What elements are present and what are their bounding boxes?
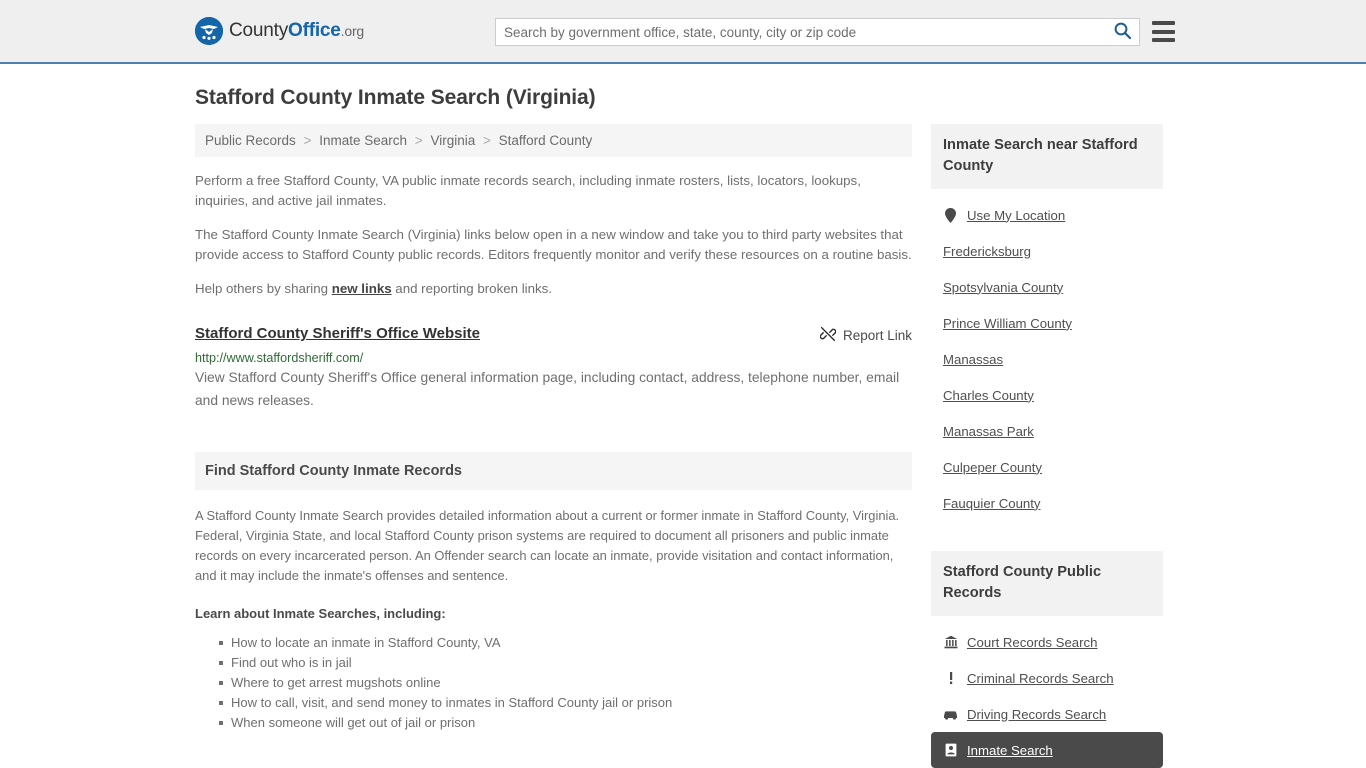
breadcrumb: Public Records > Inmate Search > Virgini… [195, 124, 912, 157]
hamburger-bar [1152, 29, 1175, 34]
site-header: CountyOffice.org [0, 0, 1366, 64]
share-text-after: and reporting broken links. [391, 281, 553, 296]
sidebar-public-records-list: Court Records Search Criminal Records Se… [931, 624, 1163, 768]
sidebar-item-label[interactable]: Court Records Search [967, 635, 1097, 650]
sidebar-item-manassas-park[interactable]: Manassas Park [931, 413, 1163, 449]
hamburger-menu-icon[interactable] [1152, 21, 1175, 42]
sidebar-public-records-section: Stafford County Public Records Court Rec… [931, 551, 1163, 768]
sidebar-item-label[interactable]: Manassas [943, 352, 1003, 367]
map-pin-icon [943, 207, 958, 223]
report-link-label: Report Link [842, 328, 912, 343]
search-input[interactable] [496, 19, 1105, 45]
breadcrumb-separator: > [482, 133, 491, 148]
exclamation-icon [943, 671, 958, 685]
list-item: How to locate an inmate in Stafford Coun… [219, 633, 912, 653]
sidebar-item-inmate-search[interactable]: Inmate Search [931, 732, 1163, 768]
find-records-body: A Stafford County Inmate Search provides… [195, 508, 900, 583]
share-text-before: Help others by sharing [195, 281, 332, 296]
sidebar-item-spotsylvania-county[interactable]: Spotsylvania County [931, 269, 1163, 305]
list-item: Where to get arrest mugshots online [219, 673, 912, 693]
list-item: How to call, visit, and send money to in… [219, 693, 912, 713]
car-icon [943, 708, 958, 720]
sidebar-item-label[interactable]: Spotsylvania County [943, 280, 1063, 295]
hamburger-bar [1152, 38, 1175, 42]
sidebar-item-label[interactable]: Manassas Park [943, 424, 1034, 439]
eagle-shield-logo-icon [195, 17, 223, 45]
sidebar-nearby-heading: Inmate Search near Stafford County [931, 124, 1163, 189]
learn-about-heading: Learn about Inmate Searches, including: [195, 606, 446, 621]
breadcrumb-separator: > [303, 133, 312, 148]
report-link-button[interactable]: Report Link [819, 325, 912, 345]
sidebar-item-label[interactable]: Charles County [943, 388, 1034, 403]
search-button[interactable] [1105, 19, 1139, 45]
sidebar-nearby-list: Use My Location Fredericksburg Spotsylva… [931, 197, 1163, 521]
breadcrumb-item-stafford-county: Stafford County [498, 133, 593, 148]
sidebar-item-charles-county[interactable]: Charles County [931, 377, 1163, 413]
logo-text-county: County [229, 20, 289, 41]
list-item: When someone will get out of jail or pri… [219, 713, 912, 733]
breadcrumb-item-inmate-search[interactable]: Inmate Search [319, 133, 407, 148]
intro-paragraph-1: Perform a free Stafford County, VA publi… [195, 173, 861, 208]
breadcrumb-item-virginia[interactable]: Virginia [430, 133, 475, 148]
courthouse-icon [943, 635, 958, 649]
sidebar-item-label[interactable]: Criminal Records Search [967, 671, 1114, 686]
list-item: Find out who is in jail [219, 653, 912, 673]
broken-link-icon [819, 326, 837, 345]
sidebar-item-label[interactable]: Driving Records Search [967, 707, 1106, 722]
result-url[interactable]: http://www.staffordsheriff.com/ [195, 351, 912, 365]
sidebar-item-court-records-search[interactable]: Court Records Search [931, 624, 1163, 660]
sidebar-item-label[interactable]: Prince William County [943, 316, 1072, 331]
sidebar-item-use-my-location[interactable]: Use My Location [931, 197, 1163, 233]
sidebar-item-label[interactable]: Fredericksburg [943, 244, 1031, 259]
sidebar-item-fredericksburg[interactable]: Fredericksburg [931, 233, 1163, 269]
sidebar-item-label[interactable]: Use My Location [967, 208, 1065, 223]
sidebar-item-label[interactable]: Inmate Search [967, 743, 1053, 758]
sidebar: Inmate Search near Stafford County Use M… [931, 124, 1163, 768]
result-description: View Stafford County Sheriff's Office ge… [195, 370, 900, 408]
sidebar-item-criminal-records-search[interactable]: Criminal Records Search [931, 660, 1163, 696]
breadcrumb-item-public-records[interactable]: Public Records [205, 133, 296, 148]
sidebar-public-records-heading: Stafford County Public Records [931, 551, 1163, 616]
find-records-heading: Find Stafford County Inmate Records [195, 452, 912, 490]
page-container: Stafford County Inmate Search (Virginia)… [0, 64, 1366, 768]
id-card-icon [943, 743, 958, 757]
sidebar-item-manassas[interactable]: Manassas [931, 341, 1163, 377]
learn-about-list: How to locate an inmate in Stafford Coun… [195, 633, 912, 733]
link-result: Stafford County Sheriff's Office Website… [195, 325, 912, 412]
search-icon [1114, 22, 1131, 42]
logo-text-org: .org [340, 23, 365, 39]
sidebar-item-label[interactable]: Fauquier County [943, 496, 1041, 511]
main-content: Public Records > Inmate Search > Virgini… [195, 124, 912, 733]
intro-paragraph-3: Help others by sharing new links and rep… [195, 279, 912, 299]
new-links-link[interactable]: new links [332, 281, 392, 296]
logo-text-office: Office [288, 20, 341, 41]
sidebar-item-label[interactable]: Culpeper County [943, 460, 1042, 475]
result-title-link[interactable]: Stafford County Sheriff's Office Website [195, 325, 480, 342]
sidebar-item-prince-william-county[interactable]: Prince William County [931, 305, 1163, 341]
sidebar-item-culpeper-county[interactable]: Culpeper County [931, 449, 1163, 485]
search-bar[interactable] [495, 18, 1140, 46]
site-logo[interactable]: CountyOffice.org [195, 17, 364, 45]
hamburger-bar [1152, 21, 1175, 25]
sidebar-item-driving-records-search[interactable]: Driving Records Search [931, 696, 1163, 732]
intro-paragraph-2: The Stafford County Inmate Search (Virgi… [195, 227, 912, 262]
sidebar-item-fauquier-county[interactable]: Fauquier County [931, 485, 1163, 521]
breadcrumb-separator: > [414, 133, 423, 148]
page-title: Stafford County Inmate Search (Virginia) [195, 86, 596, 109]
